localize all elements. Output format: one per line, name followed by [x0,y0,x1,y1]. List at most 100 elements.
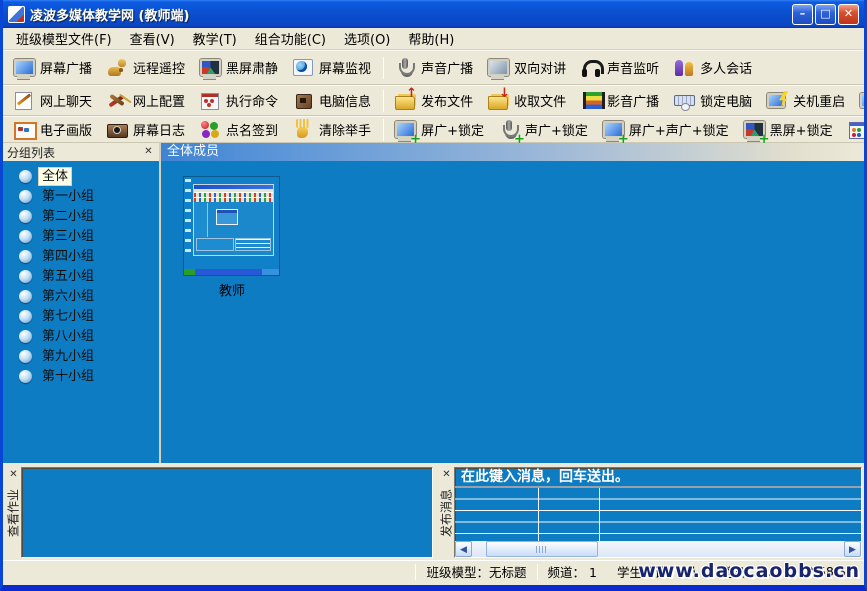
group-panel-title: 分组列表 [7,144,142,161]
group-ball-icon [19,350,32,363]
toolbar-button-blackscreen-lock[interactable]: 黑屏+锁定 [737,117,841,143]
toolbar-button-screen-monitor[interactable]: 屏幕监视 [286,55,379,81]
toolbar-button-collect-file[interactable]: 收取文件 [481,88,574,114]
net-config-icon [106,90,128,112]
toolbar-button-shutdown-restart[interactable]: 关机重启 [760,88,853,114]
sidebar-item-group-2[interactable]: 第二小组 [3,206,159,226]
sidebar-item-group-1[interactable]: 第一小组 [3,186,159,206]
toolbar-button-media-broadcast[interactable]: 影音广播 [574,88,667,114]
toolbar-button-remote-poweron[interactable]: 远程开机 [853,88,867,114]
sidebar-item-all[interactable]: 全体 [3,166,159,186]
voice-broadcast-icon [394,57,416,79]
group-ball-icon [19,310,32,323]
status-students-total: 学生总计：0人 [607,562,710,581]
menu-combo[interactable]: 组合功能(C) [246,27,335,50]
status-time: 08:58:37 [788,564,864,579]
title-bar: 凌波多媒体教学网 (教师端) – □ ✕ [3,0,864,28]
toolbar-button-exec-command[interactable]: 执行命令 [193,88,286,114]
homework-panel: ✕ 查看作业 [5,467,433,558]
sidebar-item-group-10[interactable]: 第十小组 [3,366,159,386]
toolbar-button-clear-hands[interactable]: 清除举手 [286,117,379,143]
app-logo-icon [8,6,25,23]
toolbar-button-net-config[interactable]: 网上配置 [100,88,193,114]
menu-file[interactable]: 班级模型文件(F) [7,27,121,50]
sidebar-item-group-5[interactable]: 第五小组 [3,266,159,286]
menu-help[interactable]: 帮助(H) [399,27,463,50]
sidebar-item-group-4[interactable]: 第四小组 [3,246,159,266]
group-ball-icon [19,270,32,283]
scrollbar-thumb[interactable] [486,541,598,557]
toolbar-button-hide-window[interactable]: 隐藏窗口 [841,117,867,143]
status-login-count: 登录：0人 [710,562,788,581]
toolbar-button-black-screen[interactable]: 黑屏肃静 [193,55,286,81]
sidebar-item-group-8[interactable]: 第八小组 [3,326,159,346]
bottom-area: ✕ 查看作业 ✕ 发布消息 在此键入消息，回车送出。 ◀ ▶ [3,463,864,560]
homework-panel-gutter: ✕ 查看作业 [5,467,21,558]
group-panel-close-icon[interactable]: ✕ [142,146,155,159]
toolbar-button-roll-call[interactable]: 点名签到 [193,117,286,143]
toolbar-button-two-way-talk[interactable]: 双向对讲 [481,55,574,81]
plus-badge-icon [759,135,769,145]
maximize-button[interactable]: □ [815,4,836,25]
member-name: 教师 [184,280,280,299]
menu-view[interactable]: 查看(V) [121,27,184,50]
group-ball-icon [19,170,32,183]
members-panel: 全体成员 教师 [161,143,864,463]
toolbar-button-voicebc-lock[interactable]: 声广+锁定 [492,117,596,143]
toolbar-button-send-file[interactable]: 发布文件 [388,88,481,114]
homework-panel-label: 查看作业 [5,488,22,536]
toolbar-button-voice-broadcast[interactable]: 声音广播 [388,55,481,81]
toolbar-button-screen-broadcast[interactable]: 屏幕广播 [7,55,100,81]
media-broadcast-icon [580,90,602,112]
scroll-right-icon[interactable]: ▶ [844,541,861,557]
member-thumbnail[interactable] [184,177,279,275]
collect-file-icon [487,90,509,112]
group-ball-icon [19,190,32,203]
screen-monitor-icon [292,57,314,79]
sidebar-item-group-9[interactable]: 第九小组 [3,346,159,366]
mini-taskbar [184,269,279,275]
close-button[interactable]: ✕ [838,4,859,25]
remote-poweron-icon [859,90,867,112]
group-list: 全体 第一小组 第二小组 第三小组 第四小组 第五小组 第六小组 第七小组 第八… [3,161,159,463]
sidebar-item-group-6[interactable]: 第六小组 [3,286,159,306]
status-channel: 频道： 1 [538,562,607,581]
toolbar-button-screenbc-lock[interactable]: 屏广+锁定 [388,117,492,143]
toolbar-button-whiteboard[interactable]: 电子画版 [7,117,100,143]
screen-voice-lock-icon [602,119,624,141]
message-panel-close-icon[interactable]: ✕ [440,469,453,482]
scrollbar-track[interactable] [472,541,844,557]
toolbar-button-remote-control[interactable]: 远程遥控 [100,55,193,81]
toolbar-button-lock-pc[interactable]: 锁定电脑 [667,88,760,114]
toolbar-separator [383,90,384,112]
menu-options[interactable]: 选项(O) [335,27,399,50]
plus-badge-icon [410,135,420,145]
toolbar-button-group-session[interactable]: 多人会话 [667,55,760,81]
scroll-left-icon[interactable]: ◀ [455,541,472,557]
whiteboard-icon [13,119,35,141]
homework-content[interactable] [21,467,433,558]
toolbar-button-pc-info[interactable]: 电脑信息 [286,88,379,114]
toolbar-button-screen-log[interactable]: 屏幕日志 [100,117,193,143]
plus-badge-icon [514,135,524,145]
sidebar-item-group-7[interactable]: 第七小组 [3,306,159,326]
blackscreen-lock-icon [743,119,765,141]
group-ball-icon [19,330,32,343]
horizontal-scrollbar[interactable]: ◀ ▶ [455,541,861,557]
member-item-teacher[interactable]: 教师 [184,177,280,299]
status-bar: 班级模型：无标题 频道： 1 学生总计：0人 登录：0人 08:58:37 ww… [3,560,864,582]
minimize-button[interactable]: – [792,4,813,25]
plus-badge-icon [618,135,628,145]
hide-window-icon [847,119,867,141]
two-way-talk-icon [487,57,509,79]
remote-control-icon [106,57,128,79]
menu-teach[interactable]: 教学(T) [184,27,246,50]
toolbar-button-voice-monitor[interactable]: 声音监听 [574,55,667,81]
sidebar-item-group-3[interactable]: 第三小组 [3,226,159,246]
toolbar-button-screen-voice-lock[interactable]: 屏广+声广+锁定 [596,117,737,143]
window-title: 凌波多媒体教学网 (教师端) [30,5,792,24]
message-input[interactable]: 在此键入消息，回车送出。 [455,468,861,488]
toolbar-button-net-chat[interactable]: 网上聊天 [7,88,100,114]
toolbar-row-1: 屏幕广播 远程遥控 黑屏肃静 屏幕监视 声音广播 双向对讲 声音监听 多人会话 [3,50,864,85]
homework-panel-close-icon[interactable]: ✕ [7,469,20,482]
